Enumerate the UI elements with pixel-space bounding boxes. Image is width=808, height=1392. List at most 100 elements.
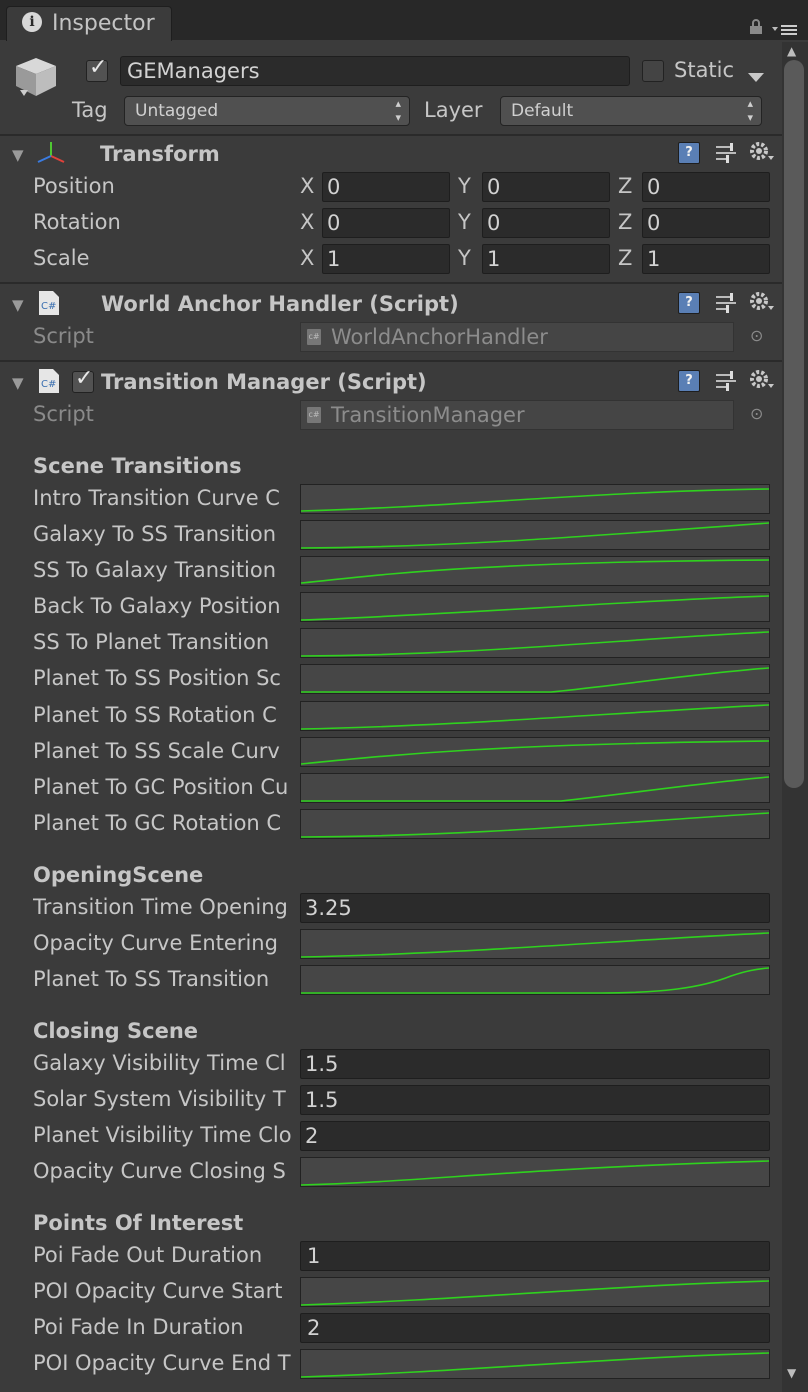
svg-text:C#: C#: [41, 379, 56, 390]
property-label: Solar System Visibility T: [33, 1087, 286, 1111]
scroll-down-arrow-icon[interactable]: ▼: [787, 1366, 796, 1380]
rotation-label: Rotation: [33, 210, 121, 234]
rotation-y-field[interactable]: 0: [482, 208, 610, 238]
curve-field[interactable]: [300, 737, 770, 767]
curve-field[interactable]: [300, 484, 770, 514]
curve-field[interactable]: [300, 556, 770, 586]
scrollbar-thumb[interactable]: [784, 60, 804, 788]
axis-x-label: X: [300, 174, 315, 198]
axis-y-label: Y: [458, 246, 471, 270]
solar-system-visibility-field[interactable]: 1.5: [300, 1085, 770, 1115]
axis-y-label: Y: [458, 174, 471, 198]
tag-value: Untagged: [135, 101, 219, 121]
lock-icon[interactable]: [748, 16, 764, 40]
tab-label: Inspector: [52, 11, 155, 36]
curve-field[interactable]: [300, 628, 770, 658]
rotation-z-field[interactable]: 0: [642, 208, 770, 238]
rotation-x-field[interactable]: 0: [322, 208, 450, 238]
property-label: Poi Fade Out Duration: [33, 1243, 263, 1267]
help-icon[interactable]: ?: [678, 142, 700, 164]
gear-icon[interactable]: [748, 290, 776, 319]
static-dropdown-arrow-icon[interactable]: [748, 64, 764, 88]
poi-fade-in-field[interactable]: 2: [300, 1313, 770, 1343]
curve-field[interactable]: [300, 592, 770, 622]
property-label: Planet Visibility Time Clo: [33, 1123, 292, 1147]
property-label: Opacity Curve Entering: [33, 931, 278, 955]
curve-field[interactable]: [300, 1349, 770, 1379]
curve-field[interactable]: [300, 929, 770, 959]
gear-icon[interactable]: [748, 140, 776, 169]
object-picker-icon[interactable]: ⊙: [750, 404, 763, 423]
layer-label: Layer: [424, 98, 483, 122]
property-label: Planet To GC Position Cu: [33, 775, 289, 799]
curve-field[interactable]: [300, 809, 770, 839]
opening-scene-header: OpeningScene: [33, 863, 204, 887]
layer-dropdown[interactable]: Default ▴ ▾: [500, 96, 762, 126]
script-label: Script: [33, 402, 94, 426]
static-label: Static: [674, 58, 735, 82]
curve-field[interactable]: [300, 773, 770, 803]
svg-text:C#: C#: [41, 301, 56, 312]
static-checkbox[interactable]: [642, 60, 664, 82]
preset-icon[interactable]: [714, 370, 738, 397]
position-label: Position: [33, 174, 115, 198]
poi-fade-out-field[interactable]: 1: [300, 1241, 770, 1271]
separator: [0, 360, 782, 362]
curve-field[interactable]: [300, 520, 770, 550]
property-label: Planet To SS Transition: [33, 967, 270, 991]
script-object-field: c# WorldAnchorHandler: [300, 322, 734, 352]
scale-z-field[interactable]: 1: [642, 244, 770, 274]
separator: [0, 282, 782, 284]
curve-field[interactable]: [300, 664, 770, 694]
transition-manager-title: Transition Manager (Script): [101, 370, 427, 394]
preset-icon[interactable]: [714, 292, 738, 319]
transition-time-opening-field[interactable]: 3.25: [300, 893, 770, 923]
position-y-field[interactable]: 0: [482, 172, 610, 202]
object-picker-icon[interactable]: ⊙: [750, 326, 763, 345]
galaxy-visibility-field[interactable]: 1.5: [300, 1049, 770, 1079]
gear-icon[interactable]: [748, 368, 776, 397]
scale-label: Scale: [33, 246, 90, 270]
property-label: Planet To SS Scale Curv: [33, 739, 280, 763]
layer-value: Default: [511, 101, 574, 121]
scale-y-field[interactable]: 1: [482, 244, 610, 274]
gameobject-cube-icon[interactable]: [14, 54, 62, 109]
curve-field[interactable]: [300, 965, 770, 995]
curve-field[interactable]: [300, 1157, 770, 1187]
property-label: Transition Time Opening: [33, 895, 288, 919]
separator: [0, 134, 782, 136]
tag-dropdown[interactable]: Untagged ▴ ▾: [124, 96, 410, 126]
active-checkbox[interactable]: ✓: [86, 55, 108, 82]
scroll-up-arrow-icon[interactable]: ▲: [787, 44, 796, 58]
csharp-script-icon: C#: [38, 368, 60, 399]
foldout-arrow-icon[interactable]: ▼: [12, 146, 24, 164]
property-label: Poi Fade In Duration: [33, 1315, 244, 1339]
updown-arrow-icon: ▴ ▾: [747, 97, 753, 124]
csharp-script-icon: C#: [38, 290, 60, 321]
curve-field[interactable]: [300, 1277, 770, 1307]
property-label: POI Opacity Curve Start: [33, 1279, 283, 1303]
transform-axes-icon: [36, 140, 66, 171]
component-enabled-checkbox[interactable]: ✓: [72, 366, 94, 393]
curve-field[interactable]: [300, 701, 770, 731]
script-label: Script: [33, 324, 94, 348]
tag-label: Tag: [72, 98, 108, 122]
help-icon[interactable]: ?: [678, 292, 700, 314]
script-file-icon: c#: [307, 407, 321, 423]
preset-icon[interactable]: [714, 142, 738, 169]
closing-scene-header: Closing Scene: [33, 1019, 199, 1043]
gameobject-name-input[interactable]: GEManagers: [120, 56, 630, 86]
position-z-field[interactable]: 0: [642, 172, 770, 202]
world-anchor-title: World Anchor Handler (Script): [101, 292, 459, 316]
script-value: WorldAnchorHandler: [331, 325, 548, 349]
transform-title: Transform: [100, 142, 220, 166]
context-menu-icon[interactable]: [772, 18, 800, 42]
foldout-arrow-icon[interactable]: ▼: [12, 374, 24, 392]
help-icon[interactable]: ?: [678, 370, 700, 392]
scale-x-field[interactable]: 1: [322, 244, 450, 274]
position-x-field[interactable]: 0: [322, 172, 450, 202]
planet-visibility-field[interactable]: 2: [300, 1121, 770, 1151]
property-label: SS To Planet Transition: [33, 630, 270, 654]
property-label: Intro Transition Curve C: [33, 486, 280, 510]
foldout-arrow-icon[interactable]: ▼: [12, 296, 24, 314]
